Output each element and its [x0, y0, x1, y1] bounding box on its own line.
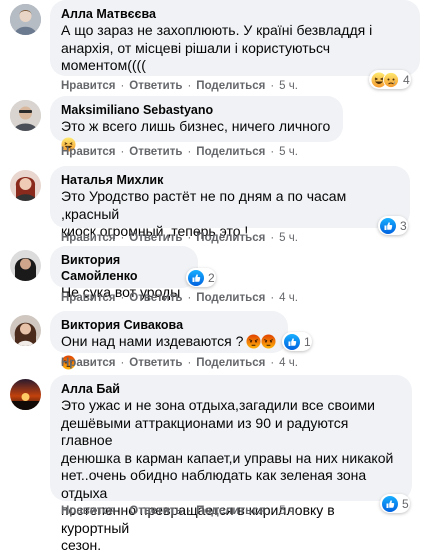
avatar[interactable]	[10, 250, 41, 281]
angry-emoji-icon	[246, 334, 261, 354]
like-link[interactable]: Нравится	[61, 292, 115, 304]
reaction-count-value: 3	[400, 218, 407, 233]
comment-bubble: Виктория Самойленко Не сука вот уроды	[50, 246, 198, 300]
comment-author[interactable]: Наталья Михлик	[61, 172, 399, 188]
avatar[interactable]	[10, 100, 41, 131]
reaction-count[interactable]: 3	[378, 216, 408, 235]
timestamp[interactable]: 4 ч.	[279, 357, 298, 369]
sad-icon	[383, 71, 399, 88]
timestamp[interactable]: 5 ч.	[279, 505, 298, 517]
share-link[interactable]: Поделиться	[196, 80, 265, 92]
like-link[interactable]: Нравится	[61, 505, 115, 517]
comment: Наталья Михлик Это Уродство растёт не по…	[0, 166, 444, 244]
comment-author[interactable]: Maksimiliano Sebastyano	[61, 102, 332, 118]
avatar[interactable]	[10, 170, 41, 201]
reply-link[interactable]: Ответить	[129, 357, 182, 369]
avatar[interactable]	[10, 315, 41, 346]
comment-author[interactable]: Виктория Сивакова	[61, 317, 277, 333]
comment-bubble: Наталья Михлик Это Уродство растёт не по…	[50, 166, 410, 239]
comment: Виктория Сивакова Они над нами издеваютс…	[0, 311, 444, 371]
comment-actions: Нравится · Ответить · Поделиться · 5 ч.	[61, 232, 298, 244]
reply-link[interactable]: Ответить	[129, 232, 182, 244]
comment-text: А що зараз не захоплюють. У країні безвл…	[61, 22, 373, 73]
like-icon	[380, 217, 396, 234]
timestamp[interactable]: 5 ч.	[279, 232, 298, 244]
timestamp[interactable]: 5 ч.	[279, 146, 298, 158]
like-icon	[382, 495, 398, 512]
reply-link[interactable]: Ответить	[129, 146, 182, 158]
share-link[interactable]: Поделиться	[196, 357, 265, 369]
like-link[interactable]: Нравится	[61, 80, 115, 92]
timestamp[interactable]: 5 ч.	[279, 80, 298, 92]
comment: Алла Матвєєва А що зараз не захоплюють. …	[0, 0, 444, 100]
like-link[interactable]: Нравится	[61, 232, 115, 244]
comment-actions: Нравится · Ответить · Поделиться · 5 ч.	[61, 80, 298, 92]
reaction-count[interactable]: 4	[369, 70, 411, 89]
comment-actions: Нравится · Ответить · Поделиться · 5 ч.	[61, 505, 298, 517]
share-link[interactable]: Поделиться	[196, 232, 265, 244]
share-link[interactable]: Поделиться	[196, 146, 265, 158]
share-link[interactable]: Поделиться	[196, 292, 265, 304]
comment: Виктория Самойленко Не сука вот уроды 2 …	[0, 246, 444, 306]
avatar[interactable]	[10, 379, 41, 410]
comment-author[interactable]: Алла Бай	[61, 381, 401, 397]
comment-bubble: Виктория Сивакова Они над нами издеваютс…	[50, 311, 288, 370]
reply-link[interactable]: Ответить	[129, 80, 182, 92]
reaction-count-value: 5	[402, 496, 409, 511]
timestamp[interactable]: 4 ч.	[279, 292, 298, 304]
reaction-count[interactable]: 5	[380, 494, 410, 513]
reaction-count[interactable]: 2	[186, 268, 216, 287]
comment-text: Это ужас и не зона отдыха,загадили все с…	[61, 397, 394, 553]
comment-actions: Нравится · Ответить · Поделиться · 4 ч.	[61, 292, 298, 304]
like-icon	[284, 333, 300, 350]
comment-bubble: Алла Матвєєва А що зараз не захоплюють. …	[50, 0, 420, 76]
reaction-count[interactable]: 1	[282, 332, 312, 351]
angry-emoji-icon	[261, 334, 276, 354]
like-icon	[188, 269, 204, 286]
comment-bubble: Maksimiliano Sebastyano Это ж всего лишь…	[50, 96, 343, 152]
like-link[interactable]: Нравится	[61, 357, 115, 369]
comment-bubble: Алла Бай Это ужас и не зона отдыха,загад…	[50, 375, 412, 553]
reaction-count-value: 2	[208, 270, 215, 285]
comment-author[interactable]: Алла Матвєєва	[61, 6, 409, 22]
like-link[interactable]: Нравится	[61, 146, 115, 158]
share-link[interactable]: Поделиться	[196, 505, 265, 517]
comment: Maksimiliano Sebastyano Это ж всего лишь…	[0, 96, 444, 162]
comment: Алла Бай Это ужас и не зона отдыха,загад…	[0, 375, 444, 553]
comment-actions: Нравится · Ответить · Поделиться · 4 ч.	[61, 357, 298, 369]
comment-author[interactable]: Виктория Самойленко	[61, 252, 187, 284]
avatar[interactable]	[10, 4, 41, 35]
reaction-count-value: 1	[304, 334, 311, 349]
reply-link[interactable]: Ответить	[129, 505, 182, 517]
reaction-count-value: 4	[403, 72, 410, 87]
reply-link[interactable]: Ответить	[129, 292, 182, 304]
comment-actions: Нравится · Ответить · Поделиться · 5 ч.	[61, 146, 298, 158]
